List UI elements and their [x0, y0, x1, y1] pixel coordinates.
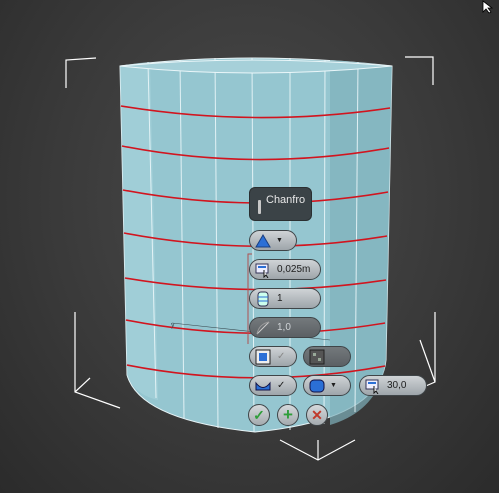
chamfer-type-dropdown[interactable]: ▼	[249, 230, 297, 251]
ok-button[interactable]: ✓	[248, 404, 270, 426]
apply-button[interactable]: +	[277, 404, 299, 426]
check-icon: ✓	[277, 351, 286, 362]
svg-text:y: y	[171, 322, 175, 329]
smooth-threshold-field[interactable]: 30,0	[359, 375, 427, 396]
checker-icon	[255, 349, 271, 364]
chevron-down-icon: ▼	[276, 237, 283, 244]
grid-icon	[309, 349, 325, 364]
amount-icon	[255, 263, 269, 278]
tension-icon	[256, 321, 270, 334]
smooth-type-dropdown[interactable]: ▼	[303, 375, 351, 396]
open-chamfer-toggle[interactable]: ✓	[249, 346, 297, 367]
plus-icon: +	[283, 405, 293, 424]
tension-value: 1,0	[277, 322, 291, 333]
chevron-down-icon: ▼	[330, 382, 337, 389]
check-icon: ✓	[253, 406, 265, 423]
threshold-value: 30,0	[387, 380, 407, 391]
threshold-icon	[365, 379, 379, 394]
segments-field[interactable]: 1	[249, 288, 321, 309]
triangle-icon	[255, 233, 271, 247]
cancel-button[interactable]: ✕	[306, 404, 328, 426]
amount-value: 0,025m	[277, 264, 311, 275]
quad-chamfer-toggle[interactable]	[303, 346, 351, 367]
tension-field[interactable]: 1,0	[249, 317, 321, 338]
smooth-icon	[255, 381, 271, 390]
smooth-toggle[interactable]: ✓	[249, 375, 297, 396]
caddy-title-box[interactable]: Chanfro	[249, 187, 312, 221]
caddy-title: Chanfro	[266, 194, 306, 206]
segments-value: 1	[277, 293, 283, 304]
mouse-cursor-icon	[482, 0, 494, 14]
chamfer-amount-field[interactable]: 0,025m	[249, 259, 321, 280]
segments-icon	[257, 291, 269, 306]
caddy-drag-handle[interactable]	[258, 200, 261, 214]
smooth-type-icon	[309, 379, 325, 392]
check-icon: ✓	[277, 380, 286, 391]
x-icon: ✕	[311, 406, 323, 423]
